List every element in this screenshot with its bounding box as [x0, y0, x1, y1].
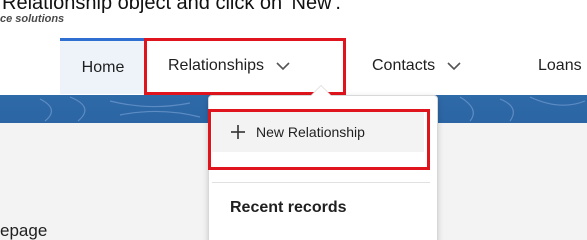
screenshot: Relationship object and click on 'New'. … [0, 0, 587, 240]
recent-records-header: Recent records [230, 199, 347, 216]
tab-home[interactable]: Home [60, 38, 146, 94]
tab-relationships-label: Relationships [168, 57, 265, 74]
plus-icon [231, 125, 245, 139]
tab-contacts[interactable]: Contacts [372, 38, 461, 94]
chevron-down-icon[interactable] [447, 61, 461, 71]
tab-loans[interactable]: Loans [538, 38, 582, 94]
tab-contacts-label: Contacts [372, 57, 436, 74]
navigation-bar: l Home Relationships Contacts Loans [0, 38, 587, 113]
tab-loans-label: Loans [538, 57, 582, 74]
menu-divider [212, 182, 430, 183]
brand-text: ce solutions [0, 13, 65, 25]
dropdown-pointer [311, 86, 331, 96]
new-relationship-label: New Relationship [256, 124, 365, 140]
new-relationship-menu-item[interactable]: New Relationship [212, 112, 424, 152]
chevron-down-icon[interactable] [276, 61, 290, 71]
tab-home-label: Home [81, 58, 125, 76]
page-title-partial: epage [0, 221, 48, 240]
